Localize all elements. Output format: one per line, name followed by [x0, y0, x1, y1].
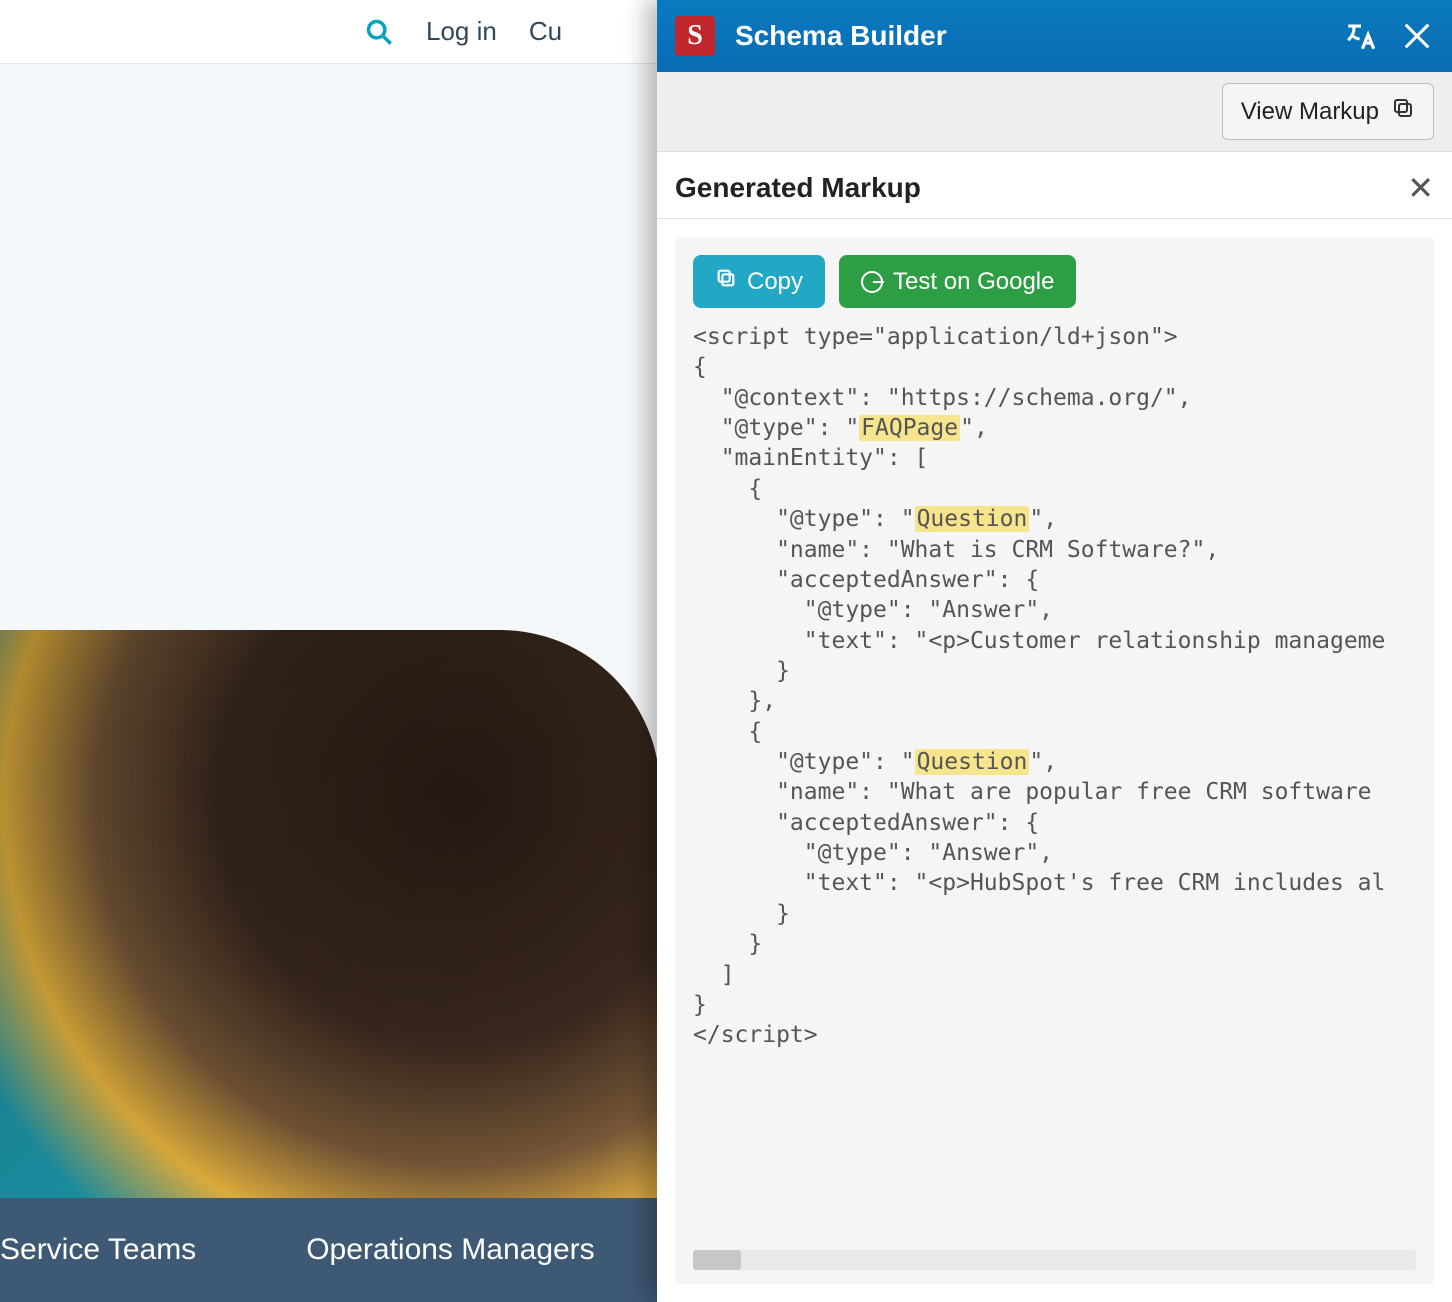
footer-link-ops-managers[interactable]: Operations Managers	[306, 1233, 595, 1267]
panel-actions: Copy Test on Google	[693, 255, 1416, 308]
footer-link-service-teams[interactable]: Service Teams	[0, 1233, 196, 1267]
copy-icon	[1391, 96, 1415, 127]
panel-toolbar: View Markup	[657, 72, 1452, 152]
test-on-google-button[interactable]: Test on Google	[839, 255, 1076, 308]
generated-markup-code[interactable]: <script type="application/ld+json"> { "@…	[693, 322, 1416, 1244]
login-link[interactable]: Log in	[426, 16, 497, 47]
panel-titlebar: S Schema Builder	[657, 0, 1452, 72]
nav-link-cu[interactable]: Cu	[529, 16, 562, 47]
search-icon[interactable]	[360, 13, 398, 51]
schema-builder-panel: S Schema Builder View Markup Generated M…	[657, 0, 1452, 1302]
copy-label: Copy	[747, 268, 803, 296]
app-logo: S	[675, 16, 715, 56]
close-section-icon[interactable]: ✕	[1407, 172, 1434, 204]
scrollbar-thumb[interactable]	[693, 1250, 741, 1270]
view-markup-button[interactable]: View Markup	[1222, 83, 1434, 140]
test-google-label: Test on Google	[893, 268, 1054, 296]
close-panel-icon[interactable]	[1400, 19, 1434, 53]
translate-icon[interactable]	[1344, 19, 1378, 53]
app-title: Schema Builder	[735, 20, 1344, 52]
panel-content: Copy Test on Google <script type="applic…	[675, 237, 1434, 1284]
copy-icon	[715, 267, 737, 296]
view-markup-label: View Markup	[1241, 98, 1379, 126]
section-title: Generated Markup	[675, 172, 921, 204]
section-header: Generated Markup ✕	[657, 152, 1452, 219]
copy-button[interactable]: Copy	[693, 255, 825, 308]
google-icon	[861, 271, 883, 293]
hero-image	[0, 630, 660, 1200]
horizontal-scrollbar[interactable]	[693, 1250, 1416, 1270]
